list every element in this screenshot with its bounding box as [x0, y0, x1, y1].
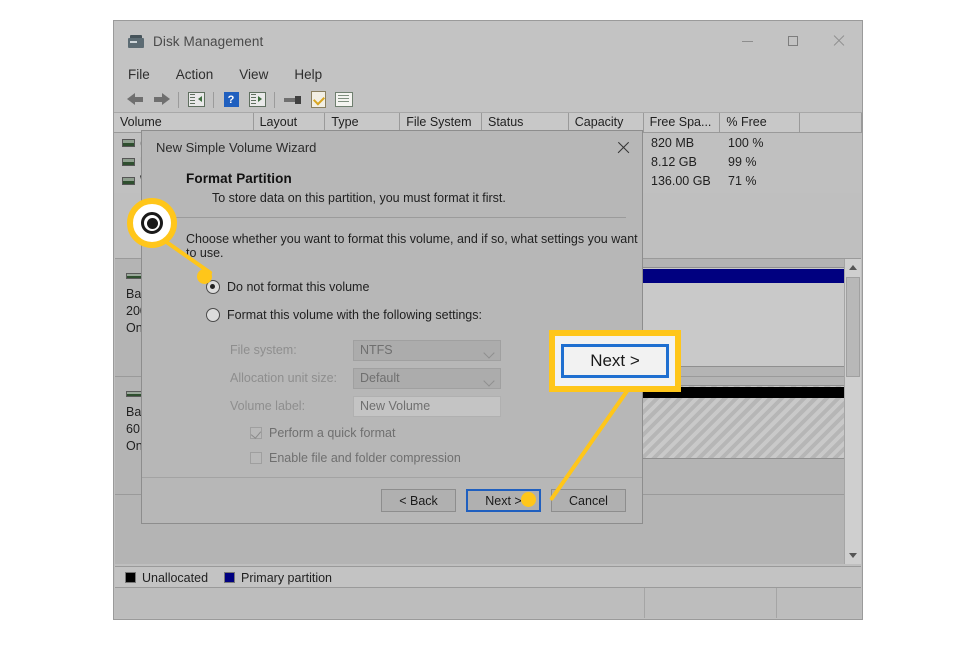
drive-icon [122, 138, 135, 147]
radio-do-not-format[interactable]: Do not format this volume [206, 280, 642, 294]
scroll-up-button[interactable] [845, 259, 861, 276]
window-titlebar: Disk Management [114, 21, 862, 61]
help-icon[interactable]: ? [218, 89, 244, 111]
window-title: Disk Management [153, 33, 264, 49]
screenshot-root: Disk Management File Action View Help ? [0, 0, 973, 649]
status-bar [115, 587, 861, 618]
menu-file[interactable]: File [128, 67, 150, 82]
forward-arrow-icon[interactable] [148, 89, 174, 111]
radio-label: Format this volume with the following se… [227, 308, 482, 322]
status-segment-mid [645, 588, 777, 618]
drive-icon [122, 157, 135, 166]
radio-unselected-icon[interactable] [206, 308, 220, 322]
window-controls [724, 21, 862, 61]
scrollbar-thumb[interactable] [846, 277, 860, 377]
radio-selected-icon [141, 212, 163, 234]
checkbox-label: Enable file and folder compression [269, 450, 461, 465]
menu-help[interactable]: Help [294, 67, 322, 82]
disk-management-icon [128, 34, 144, 48]
field-value: New Volume [360, 399, 431, 413]
field-label: Allocation unit size: [230, 371, 338, 385]
free-space-columns: 820 MB 100 % 8.12 GB 99 % 136.00 GB 71 % [645, 133, 845, 190]
toolbar-separator [213, 91, 214, 108]
column-header-blank[interactable] [800, 113, 862, 132]
field-volume-label: Volume label: New Volume [230, 392, 642, 420]
disk-area-scrollbar[interactable] [844, 259, 861, 564]
volume-label-input[interactable]: New Volume [353, 395, 501, 417]
page-title: Format Partition [186, 171, 292, 186]
properties-icon[interactable] [305, 89, 331, 111]
annotation-dot-radio [197, 269, 212, 284]
status-segment-right [777, 588, 861, 618]
back-button[interactable]: < Back [381, 489, 456, 512]
cell-percent-free: 100 % [728, 135, 764, 150]
annotation-magnified-radio [127, 198, 177, 248]
show-hide-action-pane-icon[interactable] [244, 89, 270, 111]
show-hide-console-tree-icon[interactable] [183, 89, 209, 111]
cell-percent-free: 99 % [728, 154, 757, 169]
rescan-disks-icon[interactable] [279, 89, 305, 111]
field-value: NTFS [360, 343, 393, 357]
allocation-unit-size-select[interactable]: Default [353, 367, 501, 389]
field-label: Volume label: [230, 399, 306, 413]
cell-free-space: 136.00 GB [651, 173, 711, 188]
radio-format-with-settings[interactable]: Format this volume with the following se… [206, 308, 642, 322]
cell-free-space: 820 MB [651, 135, 695, 150]
callout-next-label: Next > [561, 344, 669, 378]
legend-label: Unallocated [142, 570, 209, 585]
checkbox-unchecked-icon[interactable] [250, 451, 262, 464]
toolbar: ? [114, 87, 862, 113]
toolbar-separator [274, 91, 275, 108]
dialog-title: New Simple Volume Wizard [156, 139, 317, 155]
page-subtitle: To store data on this partition, you mus… [212, 191, 506, 205]
toolbar-separator [178, 91, 179, 108]
minimize-button[interactable] [724, 21, 770, 61]
legend: Unallocated Primary partition [115, 566, 861, 588]
chevron-down-icon [483, 374, 495, 387]
close-button[interactable] [816, 21, 862, 61]
legend-swatch-unallocated [125, 572, 136, 583]
status-segment-main [115, 588, 645, 618]
back-arrow-icon[interactable] [122, 89, 148, 111]
cell-percent-free: 71 % [728, 173, 757, 188]
list-view-icon[interactable] [331, 89, 357, 111]
annotation-callout-next-button: Next > [549, 330, 681, 392]
checkbox-quick-format[interactable]: Perform a quick format [250, 420, 642, 445]
column-header-percent-free[interactable]: % Free [720, 113, 801, 132]
field-value: Default [360, 371, 400, 385]
file-system-select[interactable]: NTFS [353, 339, 501, 361]
dialog-header: Format Partition To store data on this p… [142, 163, 642, 205]
menubar: File Action View Help [114, 61, 862, 87]
menu-view[interactable]: View [239, 67, 268, 82]
legend-item-primary-partition: Primary partition [224, 571, 332, 585]
maximize-button[interactable] [770, 21, 816, 61]
field-label: File system: [230, 343, 297, 357]
dialog-footer: < Back Next > Cancel [142, 477, 642, 523]
scroll-down-button[interactable] [845, 547, 861, 564]
close-icon[interactable] [612, 137, 634, 157]
checkbox-checked-icon[interactable] [250, 426, 262, 439]
menu-action[interactable]: Action [176, 67, 214, 82]
cancel-button[interactable]: Cancel [551, 489, 626, 512]
checkbox-label: Perform a quick format [269, 425, 396, 440]
annotation-dot-next [521, 492, 536, 507]
column-header-free-space[interactable]: Free Spa... [644, 113, 721, 132]
cell-free-space: 8.12 GB [651, 154, 697, 169]
radio-label: Do not format this volume [227, 280, 370, 294]
legend-item-unallocated: Unallocated [125, 571, 208, 585]
drive-icon [122, 176, 135, 185]
chevron-down-icon [483, 346, 495, 359]
dialog-titlebar: New Simple Volume Wizard [142, 131, 642, 163]
legend-swatch-primary [224, 572, 236, 583]
instruction-text: Choose whether you want to format this v… [186, 232, 638, 260]
legend-label: Primary partition [241, 570, 333, 585]
new-simple-volume-wizard-dialog: New Simple Volume Wizard Format Partitio… [141, 130, 643, 524]
